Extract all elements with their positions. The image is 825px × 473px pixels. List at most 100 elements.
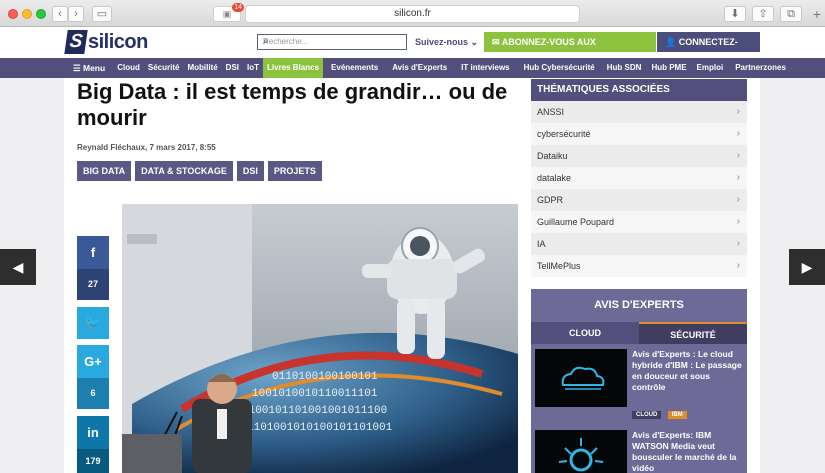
linkedin-share[interactable]: in 179 [77, 416, 109, 473]
nav-item-it-interviews[interactable]: IT interviews [457, 58, 513, 78]
main-nav: ☰ Menu Cloud Sécurité Mobilité DSI IoT L… [0, 58, 825, 78]
mail-icon: ✉ [492, 37, 500, 47]
close-window-button[interactable] [8, 9, 18, 19]
extension-button[interactable]: ▣ 14 [213, 3, 244, 22]
browser-toolbar: ‹ › ▭ ▣ 14 silicon.fr ⬇ ⇧ ⧉ + [0, 0, 825, 27]
menu-button[interactable]: ☰ Menu [69, 58, 113, 78]
hamburger-icon: ☰ [73, 63, 81, 73]
nav-item-avis-experts[interactable]: Avis d'Experts [388, 58, 451, 78]
theme-item[interactable]: Dataiku › [531, 145, 747, 167]
logo-s-icon: S [64, 30, 88, 54]
nav-item-partnerzones[interactable]: Partnerzones [731, 58, 790, 78]
twitter-icon: 🐦 [77, 307, 109, 339]
address-bar[interactable]: silicon.fr [245, 5, 580, 23]
nav-item-securite[interactable]: Sécurité [144, 58, 184, 78]
theme-label: Dataiku [537, 151, 568, 161]
chevron-right-icon: › [736, 194, 740, 205]
expert-labels: CLOUD IBM [632, 403, 689, 421]
newsletter-button[interactable]: ✉ ABONNEZ-VOUS AUX NEWSLETTERS [484, 32, 656, 67]
theme-label: cybersécurité [537, 129, 591, 139]
minimize-window-button[interactable] [22, 9, 32, 19]
theme-item[interactable]: cybersécurité › [531, 123, 747, 145]
experts-box: AVIS D'EXPERTS CLOUD SÉCURITÉ Avis d'Exp… [531, 289, 747, 473]
nav-item-dsi[interactable]: DSI [222, 58, 243, 78]
tab-cloud[interactable]: CLOUD [531, 322, 639, 344]
tag-dsi[interactable]: DSI [236, 161, 264, 181]
expert-item[interactable]: Avis d'Experts: IBM WATSON Media veut bo… [535, 430, 743, 473]
theme-item[interactable]: IA › [531, 233, 747, 255]
tag-data-stockage[interactable]: DATA & STOCKAGE [135, 161, 233, 181]
follow-dropdown[interactable]: Suivez-nous ⌄ [415, 37, 478, 48]
theme-label: TellMePlus [537, 261, 581, 271]
chevron-right-icon: › [736, 128, 740, 139]
tag-projets[interactable]: PROJETS [267, 161, 322, 181]
theme-label: IA [537, 239, 546, 249]
nav-item-mobilite[interactable]: Mobilité [183, 58, 221, 78]
back-icon[interactable]: ‹ [52, 6, 68, 22]
theme-item[interactable]: ANSSI › [531, 101, 747, 123]
nav-item-cloud[interactable]: Cloud [113, 58, 144, 78]
theme-item[interactable]: datalake › [531, 167, 747, 189]
twitter-share[interactable]: 🐦 [77, 307, 109, 339]
follow-label: Suivez-nous [415, 37, 469, 47]
login-button[interactable]: 👤 CONNECTEZ-VOUS [657, 32, 760, 67]
search-icon[interactable]: ⌕ [263, 36, 403, 47]
logo-text: silicon [88, 30, 148, 53]
expert-item[interactable]: Avis d'Experts : Le cloud hybride d'IBM … [535, 349, 743, 419]
linkedin-icon: in [77, 416, 109, 449]
theme-item[interactable]: TellMePlus › [531, 255, 747, 277]
chevron-right-icon: › [736, 216, 740, 227]
nav-item-iot[interactable]: IoT [243, 58, 263, 78]
tabs-icon[interactable]: ⧉ [780, 6, 802, 22]
tag-big-data[interactable]: BIG DATA [77, 161, 132, 181]
nav-item-emploi[interactable]: Emploi [693, 58, 728, 78]
facebook-icon: f [77, 236, 109, 269]
previous-arrow-button[interactable]: ◀ [0, 249, 36, 285]
google-plus-count: 6 [77, 378, 109, 409]
themes-title: THÉMATIQUES ASSOCIÉES [531, 79, 747, 101]
site-logo[interactable]: S silicon [64, 30, 148, 54]
nav-item-hub-cybersecurite[interactable]: Hub Cybersécurité [520, 58, 599, 78]
expert-title: Avis d'Experts: IBM WATSON Media veut bo… [632, 430, 737, 473]
themes-box: THÉMATIQUES ASSOCIÉES ANSSI › cybersécuri… [531, 79, 747, 277]
label-ibm[interactable]: IBM [667, 411, 687, 419]
facebook-share[interactable]: f 27 [77, 236, 109, 300]
svg-text:1001010010110011101: 1001010010110011101 [252, 388, 378, 400]
theme-label: datalake [537, 173, 572, 183]
menu-label: Menu [83, 63, 106, 73]
facebook-count: 27 [77, 269, 109, 300]
search-input[interactable]: Recherche... ⌕ [257, 34, 407, 50]
nav-item-evenements[interactable]: Evénements [327, 58, 382, 78]
new-tab-icon[interactable]: + [809, 6, 825, 26]
sidebar-icon[interactable]: ▭ [92, 6, 112, 22]
article-title: Big Data : il est temps de grandir… ou d… [77, 79, 508, 130]
article-photo: 0110100100100101 1001010010110011101 010… [122, 204, 518, 473]
svg-text:1101001010100101101001: 1101001010100101101001 [247, 422, 393, 434]
themes-list: ANSSI › cybersécurité › Dataiku › datalake ›… [531, 101, 747, 277]
chevron-down-icon: ⌄ [470, 37, 479, 47]
tab-securite[interactable]: SÉCURITÉ [639, 322, 747, 344]
share-icon[interactable]: ⇧ [752, 6, 774, 22]
url-text: silicon.fr [394, 8, 431, 19]
forward-icon[interactable]: › [68, 6, 84, 22]
expert-thumbnail [535, 430, 627, 473]
watson-icon [535, 430, 627, 473]
chevron-right-icon: › [736, 150, 740, 161]
user-icon: 👤 [665, 37, 677, 47]
expert-thumbnail [535, 349, 627, 407]
label-cloud[interactable]: CLOUD [632, 411, 662, 419]
theme-item[interactable]: Guillaume Poupard › [531, 211, 747, 233]
zoom-window-button[interactable] [36, 9, 46, 19]
cloud-icon [535, 349, 627, 407]
google-plus-share[interactable]: G+ 6 [77, 345, 109, 409]
experts-tabs: CLOUD SÉCURITÉ [531, 322, 747, 344]
next-arrow-button[interactable]: ▶ [789, 249, 825, 285]
svg-text:0110100100100101: 0110100100100101 [272, 371, 378, 383]
download-icon[interactable]: ⬇ [724, 6, 746, 22]
nav-item-hub-pme[interactable]: Hub PME [647, 58, 690, 78]
theme-item[interactable]: GDPR › [531, 189, 747, 211]
nav-item-hub-sdn[interactable]: Hub SDN [603, 58, 646, 78]
chevron-right-icon: › [736, 106, 740, 117]
chevron-right-icon: › [736, 172, 740, 183]
nav-item-livres-blancs[interactable]: Livres Blancs [263, 58, 324, 78]
